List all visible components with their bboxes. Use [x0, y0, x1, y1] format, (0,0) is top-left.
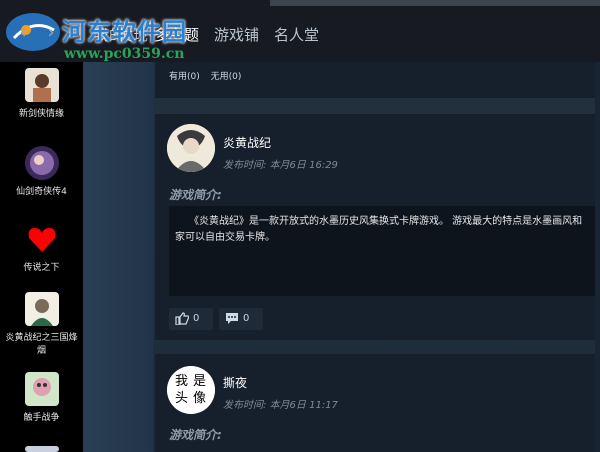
- feed-area: 有用(0) 无用(0) 炎黄战纪 发布时间: 本月6日 16:29 游戏简介: …: [83, 62, 600, 452]
- watermark-url: www.pc0359.cn: [64, 46, 185, 62]
- sidebar-item-label: 仙剑奇侠传4: [16, 187, 67, 197]
- useful-count[interactable]: 有用(0): [169, 72, 200, 82]
- sidebar-item-undertale[interactable]: 传说之下: [0, 222, 83, 275]
- like-button[interactable]: 0: [169, 308, 213, 330]
- previous-post-card: 有用(0) 无用(0): [155, 62, 600, 98]
- like-count: 0: [193, 313, 200, 324]
- publish-time-label: 发布时间:: [223, 400, 267, 411]
- comment-icon: [226, 312, 238, 324]
- game-thumbnail-icon: [24, 446, 59, 452]
- vote-counts: 有用(0) 无用(0): [169, 69, 249, 82]
- watermark-title: 河东软件园: [62, 18, 187, 46]
- game-thumbnail-icon: [24, 68, 59, 102]
- intro-text-box: 《炎黄战纪》是一款开放式的水墨历史风集换式卡牌游戏。 游戏最大的特点是水墨画风和…: [169, 206, 600, 296]
- avatar[interactable]: [167, 124, 215, 172]
- tab-game-shop[interactable]: 游戏铺: [214, 24, 259, 45]
- sidebar-item-partial[interactable]: [0, 446, 83, 452]
- scrollbar[interactable]: [595, 62, 600, 452]
- heart-icon: [24, 222, 59, 256]
- sidebar-item-label: 新剑侠情缘: [18, 109, 64, 119]
- sidebar-item-label: 炎黄战纪之三国烽烟: [5, 333, 78, 356]
- publish-time: 发布时间: 本月6日 16:29: [223, 156, 338, 171]
- sidebar-item-xinjianxia[interactable]: 新剑侠情缘: [0, 68, 83, 121]
- publish-time-label: 发布时间:: [223, 160, 267, 171]
- comment-count: 0: [243, 313, 250, 324]
- chevron-left-icon[interactable]: ‹: [12, 22, 34, 44]
- post-card: 我是 头像 撕夜 发布时间: 本月6日 11:17 游戏简介:: [155, 354, 600, 452]
- game-name[interactable]: 撕夜: [223, 374, 247, 391]
- sidebar-item-xianjian4[interactable]: 仙剑奇侠传4: [0, 146, 83, 199]
- sidebar-item-label: 传说之下: [23, 263, 60, 273]
- comment-button[interactable]: 0: [219, 308, 263, 330]
- sidebar-item-label: 触手战争: [23, 413, 60, 423]
- intro-title: 游戏简介:: [169, 188, 222, 202]
- thumbs-up-icon: [175, 311, 190, 326]
- publish-time-value: 本月6日 16:29: [269, 160, 338, 171]
- intro-title: 游戏简介:: [169, 428, 222, 442]
- chevron-right-icon[interactable]: ›: [40, 22, 62, 44]
- avatar[interactable]: 我是 头像: [167, 366, 215, 414]
- game-sidebar: 新剑侠情缘 仙剑奇侠传4 传说之下 炎黄战纪之三国烽烟 触手战争: [0, 62, 83, 452]
- intro-line: 《炎黄战纪》是一款开放式的水墨历史风集换式卡牌游戏。 游戏最大的特点是水墨画风和: [189, 216, 583, 227]
- sidebar-item-chushou[interactable]: 触手战争: [0, 372, 83, 425]
- post-card: 炎黄战纪 发布时间: 本月6日 16:29 游戏简介: 《炎黄战纪》是一款开放式…: [155, 114, 600, 340]
- top-bar: ‹ › 我的 发现 多主题 游戏铺 名人堂 河东软件园 www.pc0359.c…: [0, 0, 600, 62]
- avatar-placeholder: 我是 头像: [167, 366, 215, 414]
- game-thumbnail-icon: [24, 292, 59, 326]
- tab-hall-of-fame[interactable]: 名人堂: [274, 24, 319, 45]
- game-name[interactable]: 炎黄战纪: [223, 134, 271, 151]
- intro-line: 家可以自由交易卡牌。: [175, 232, 275, 243]
- game-thumbnail-icon: [24, 146, 59, 180]
- title-stripe: [270, 0, 600, 6]
- publish-time-value: 本月6日 11:17: [269, 400, 338, 411]
- sidebar-item-yanhuang-sanguo[interactable]: 炎黄战纪之三国烽烟: [0, 292, 83, 358]
- game-thumbnail-icon: [24, 372, 59, 406]
- avatar-text-line: 我是: [174, 374, 211, 389]
- avatar-text-line: 头像: [174, 391, 211, 406]
- useless-count[interactable]: 无用(0): [211, 72, 242, 82]
- publish-time: 发布时间: 本月6日 11:17: [223, 396, 338, 411]
